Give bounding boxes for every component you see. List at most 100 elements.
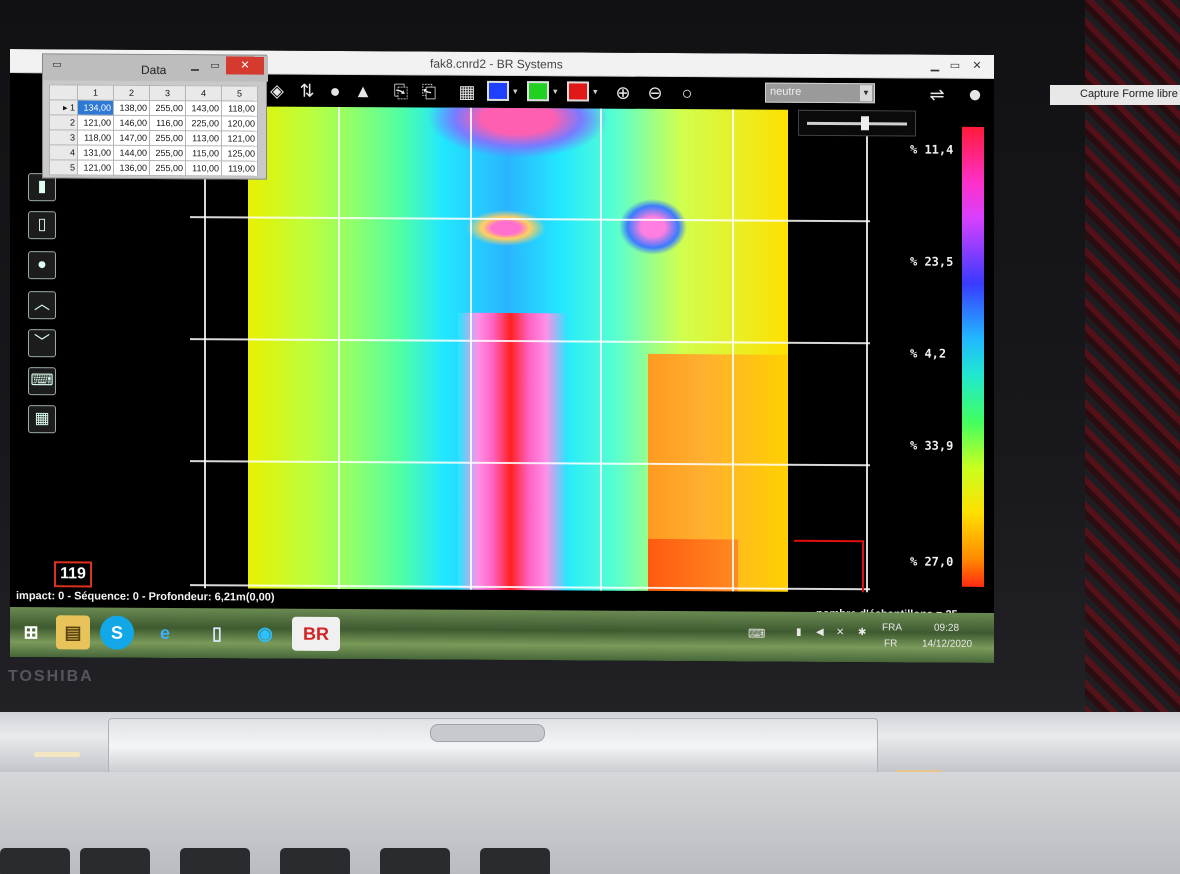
- table-cell[interactable]: 121,00: [77, 160, 114, 176]
- chevron-down-icon[interactable]: ▾: [593, 87, 598, 98]
- cube-icon[interactable]: ◈: [265, 79, 289, 103]
- column-header[interactable]: 1: [77, 85, 114, 101]
- circle-icon[interactable]: ●: [963, 81, 987, 108]
- table-cell[interactable]: 121,00: [77, 115, 114, 131]
- triangle-icon[interactable]: ▲: [351, 79, 375, 103]
- document-up-icon[interactable]: ⎘: [389, 79, 413, 103]
- table-cell[interactable]: 110,00: [185, 160, 222, 176]
- table-cell[interactable]: 121,00: [221, 130, 258, 147]
- column-header[interactable]: 5: [221, 85, 258, 102]
- table-row[interactable]: 4 131,00 144,00 255,00 115,00 125,00: [49, 144, 258, 162]
- battery-icon[interactable]: ▮: [796, 627, 802, 638]
- file-explorer-icon[interactable]: ▤: [56, 615, 90, 650]
- table-cell[interactable]: 116,00: [149, 115, 186, 131]
- table-cell[interactable]: 113,00: [185, 130, 222, 146]
- chevron-down-icon[interactable]: ▾: [553, 86, 558, 97]
- heatmap-image[interactable]: [248, 106, 788, 605]
- table-icon[interactable]: ▦: [28, 405, 56, 434]
- zoom-out-icon[interactable]: ⊖: [643, 81, 667, 105]
- table-cell[interactable]: 115,00: [185, 145, 222, 161]
- row-header[interactable]: 2: [49, 114, 78, 131]
- table-cell[interactable]: 138,00: [113, 100, 150, 116]
- table-row[interactable]: ▸ 1 134,00 138,00 255,00 143,00 118,00: [49, 99, 258, 117]
- internet-explorer-icon[interactable]: e: [148, 616, 182, 650]
- mode-select[interactable]: neutre ▼: [765, 82, 875, 104]
- refresh-arrows-icon[interactable]: ⇅: [295, 79, 319, 103]
- close-button[interactable]: ✕: [226, 56, 264, 75]
- close-button[interactable]: ✕: [968, 58, 986, 74]
- table-cell[interactable]: 131,00: [77, 145, 114, 161]
- minimize-button[interactable]: ▁: [187, 59, 203, 73]
- table-cell[interactable]: 255,00: [149, 145, 186, 161]
- chevron-down-icon[interactable]: ▼: [860, 85, 872, 102]
- opacity-slider[interactable]: [798, 109, 916, 137]
- zoom-reset-icon[interactable]: ○: [675, 81, 699, 105]
- keyboard-icon[interactable]: ⌨: [28, 367, 56, 396]
- windows-start-icon[interactable]: ⊞: [14, 615, 48, 649]
- keyboard-icon[interactable]: ⌨: [748, 627, 765, 641]
- grid-icon[interactable]: ▦: [455, 80, 479, 104]
- table-cell[interactable]: 125,00: [221, 145, 258, 162]
- chevron-up-icon[interactable]: ︿: [28, 291, 56, 320]
- table-cell[interactable]: 118,00: [221, 100, 258, 117]
- column-header[interactable]: 2: [113, 85, 150, 101]
- table-cell[interactable]: 136,00: [113, 160, 150, 176]
- heatmap-plot[interactable]: [70, 105, 870, 663]
- table-cell[interactable]: 119,00: [221, 160, 258, 177]
- chevron-down-icon[interactable]: ▾: [513, 86, 518, 97]
- table-cell[interactable]: 118,00: [77, 130, 114, 146]
- region-indicator[interactable]: FR: [884, 638, 897, 649]
- table-cell[interactable]: 255,00: [149, 130, 186, 146]
- zoom-in-icon[interactable]: ⊕: [611, 81, 635, 105]
- volume-icon[interactable]: ◀: [816, 627, 824, 638]
- table-cell[interactable]: 143,00: [185, 100, 222, 116]
- document-close-icon[interactable]: ⎗: [417, 79, 441, 103]
- grid-line: [470, 107, 472, 603]
- table-cell[interactable]: 120,00: [221, 115, 258, 132]
- br-systems-taskbar-button[interactable]: BR: [292, 616, 340, 652]
- network-icon[interactable]: ✕: [836, 627, 844, 638]
- data-window-title-bar[interactable]: ▭ Data ▁ ▭ ✕: [43, 54, 268, 82]
- droplet-icon[interactable]: ●: [323, 79, 347, 103]
- edge-icon[interactable]: ◉: [248, 616, 282, 650]
- slider-thumb[interactable]: [861, 116, 869, 131]
- table-cell[interactable]: 146,00: [113, 115, 150, 131]
- table-row[interactable]: 5 121,00 136,00 255,00 110,00 119,00: [49, 159, 258, 177]
- table-cell[interactable]: 147,00: [113, 130, 150, 146]
- column-header[interactable]: 3: [149, 85, 186, 101]
- legend-label: % 4,2: [910, 346, 947, 361]
- notepad-icon[interactable]: ▯: [200, 616, 234, 650]
- table-cell[interactable]: 255,00: [149, 100, 186, 116]
- table-cell[interactable]: 255,00: [149, 160, 186, 176]
- skype-icon[interactable]: S: [100, 615, 134, 650]
- row-header[interactable]: ▸ 1: [49, 99, 78, 116]
- sphere-icon[interactable]: ●: [28, 251, 56, 280]
- maximize-button[interactable]: ▭: [207, 59, 223, 73]
- clock-time[interactable]: 09:28: [934, 623, 959, 634]
- data-window-title: Data: [141, 62, 167, 78]
- data-window[interactable]: ▭ Data ▁ ▭ ✕ 1 2 3 4 5 ▸ 1 134,00 138,00…: [42, 53, 268, 180]
- table-cell[interactable]: 144,00: [113, 145, 150, 161]
- green-color-swatch[interactable]: [527, 81, 549, 102]
- probe-alt-icon[interactable]: ▯: [28, 211, 56, 240]
- minimize-button[interactable]: ▁: [926, 58, 944, 74]
- keyboard-key: [180, 848, 250, 874]
- data-table[interactable]: 1 2 3 4 5 ▸ 1 134,00 138,00 255,00 143,0…: [49, 84, 258, 177]
- table-cell[interactable]: 134,00: [77, 100, 114, 116]
- chevron-down-icon[interactable]: ﹀: [28, 329, 56, 358]
- red-color-swatch[interactable]: [567, 81, 589, 102]
- table-row[interactable]: 2 121,00 146,00 116,00 225,00 120,00: [49, 114, 258, 132]
- table-row[interactable]: 3 118,00 147,00 255,00 113,00 121,00: [49, 129, 258, 147]
- table-cell[interactable]: 225,00: [185, 115, 222, 131]
- column-header[interactable]: 4: [185, 85, 222, 101]
- bluetooth-icon[interactable]: ✱: [858, 627, 866, 638]
- row-header[interactable]: 4: [49, 144, 78, 161]
- grid-line: [866, 110, 868, 606]
- maximize-button[interactable]: ▭: [946, 58, 964, 74]
- clock-date[interactable]: 14/12/2020: [922, 639, 972, 650]
- row-header[interactable]: 3: [49, 129, 78, 146]
- connect-icon[interactable]: ⇌: [925, 83, 949, 107]
- blue-color-swatch[interactable]: [487, 80, 509, 102]
- row-header[interactable]: 5: [49, 159, 78, 176]
- language-indicator[interactable]: FRA: [882, 622, 902, 633]
